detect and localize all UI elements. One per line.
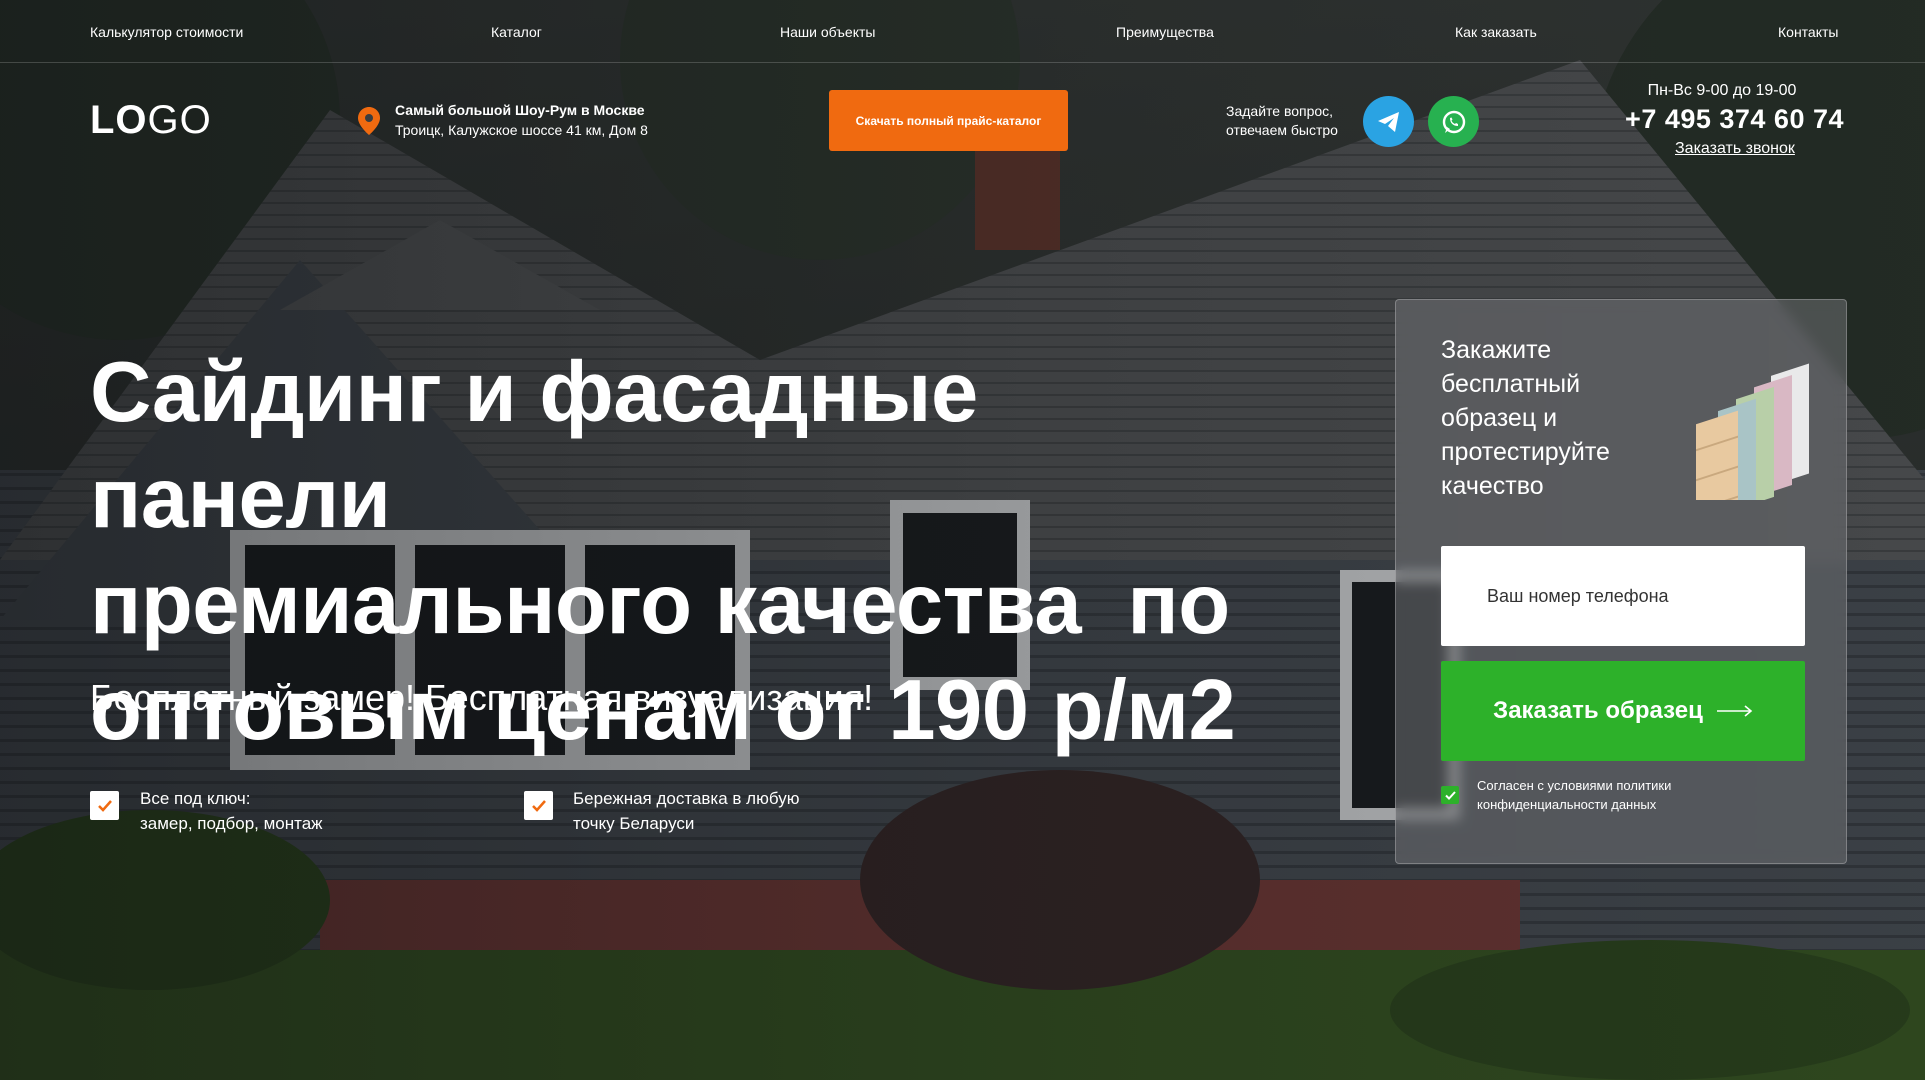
telegram-button[interactable] bbox=[1363, 96, 1414, 147]
showroom-title: Самый большой Шоу-Рум в Москве bbox=[395, 102, 645, 118]
showroom-address: Троицк, Калужское шоссе 41 км, Дом 8 bbox=[395, 122, 648, 138]
working-hours: Пн-Вс 9-00 до 19-00 bbox=[1647, 82, 1797, 99]
top-navigation: Калькулятор стоимости Каталог Наши объек… bbox=[0, 0, 1925, 63]
logo-light: GO bbox=[147, 98, 212, 142]
check-icon bbox=[1444, 790, 1456, 800]
feature-delivery-line-2: точку Беларуси bbox=[573, 814, 695, 833]
logo-bold: LO bbox=[90, 98, 148, 142]
telegram-icon bbox=[1377, 111, 1399, 132]
ask-question-text: Задайте вопрос, отвечаем быстро bbox=[1226, 102, 1366, 140]
arrow-right-icon bbox=[1716, 705, 1753, 717]
order-sample-button[interactable]: Заказать образец bbox=[1441, 661, 1805, 761]
privacy-checkbox[interactable] bbox=[1441, 786, 1459, 804]
phone-input[interactable] bbox=[1441, 546, 1805, 646]
nav-link-projects[interactable]: Наши объекты bbox=[780, 24, 875, 40]
phone-number[interactable]: +7 495 374 60 74 bbox=[1600, 104, 1844, 135]
ask-line-1: Задайте вопрос, bbox=[1226, 103, 1334, 119]
nav-link-advantages[interactable]: Преимущества bbox=[1116, 24, 1214, 40]
nav-link-calculator[interactable]: Калькулятор стоимости bbox=[90, 24, 243, 40]
feature-turnkey-line-2: замер, подбор, монтаж bbox=[140, 814, 323, 833]
check-icon bbox=[97, 799, 112, 812]
order-sample-card: Закажите бесплатный образец и протестиру… bbox=[1395, 299, 1847, 864]
ask-line-2: отвечаем быстро bbox=[1226, 122, 1338, 138]
hero-title-line-1: Сайдинг и фасадные панели bbox=[90, 345, 978, 546]
whatsapp-button[interactable] bbox=[1428, 96, 1479, 147]
hero-title-line-2: премиального качества по bbox=[90, 557, 1230, 652]
card-title: Закажите бесплатный образец и протестиру… bbox=[1441, 336, 1610, 500]
nav-link-contacts[interactable]: Контакты bbox=[1778, 24, 1838, 40]
feature-check bbox=[524, 791, 553, 820]
callback-link[interactable]: Заказать звонок bbox=[1675, 140, 1795, 158]
feature-turnkey: Все под ключ: замер, подбор, монтаж bbox=[140, 786, 323, 836]
feature-turnkey-line-1: Все под ключ: bbox=[140, 789, 251, 808]
feature-check bbox=[90, 791, 119, 820]
siding-samples-image bbox=[1696, 363, 1809, 500]
map-pin-icon bbox=[358, 107, 380, 135]
order-sample-label: Заказать образец bbox=[1493, 697, 1703, 724]
download-price-button[interactable]: Скачать полный прайс-каталог bbox=[829, 90, 1068, 151]
feature-delivery-line-1: Бережная доставка в любую bbox=[573, 789, 800, 808]
nav-link-catalog[interactable]: Каталог bbox=[491, 24, 542, 40]
whatsapp-icon bbox=[1442, 110, 1465, 133]
hero-subtitle: Бесплатный замер! Бесплатная визуализаци… bbox=[90, 677, 874, 718]
check-icon bbox=[531, 799, 546, 812]
nav-link-how-to-order[interactable]: Как заказать bbox=[1455, 24, 1537, 40]
privacy-consent-text: Согласен с условиями политики конфиденци… bbox=[1477, 778, 1672, 812]
logo[interactable]: LOGO bbox=[90, 98, 212, 143]
feature-delivery: Бережная доставка в любую точку Беларуси bbox=[573, 786, 799, 836]
